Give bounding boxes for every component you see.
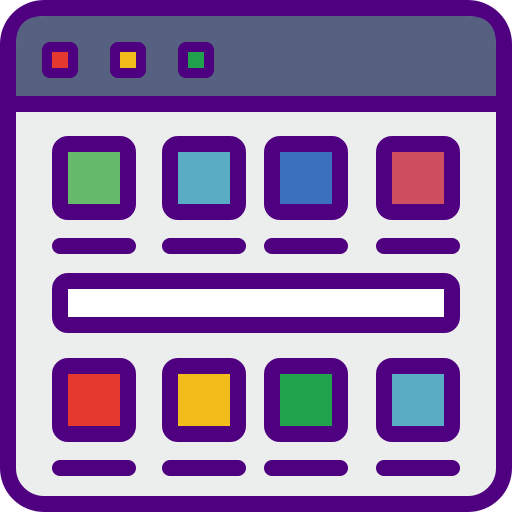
tile-2-2[interactable] [162, 358, 246, 442]
title-bar [16, 16, 496, 104]
tile-2-1[interactable] [52, 358, 136, 442]
tile-1-3[interactable] [264, 136, 348, 220]
close-dot [52, 52, 68, 68]
window-controls [42, 42, 214, 78]
search-bar[interactable] [52, 273, 460, 333]
tile-1-2[interactable] [162, 136, 246, 220]
tile-2-3[interactable] [264, 358, 348, 442]
minimize-dot [120, 52, 136, 68]
tile-2-4[interactable] [376, 358, 460, 442]
maximize-dot [188, 52, 204, 68]
tile-1-4[interactable] [376, 136, 460, 220]
tile-1-1[interactable] [52, 136, 136, 220]
app-window-icon [0, 0, 512, 512]
